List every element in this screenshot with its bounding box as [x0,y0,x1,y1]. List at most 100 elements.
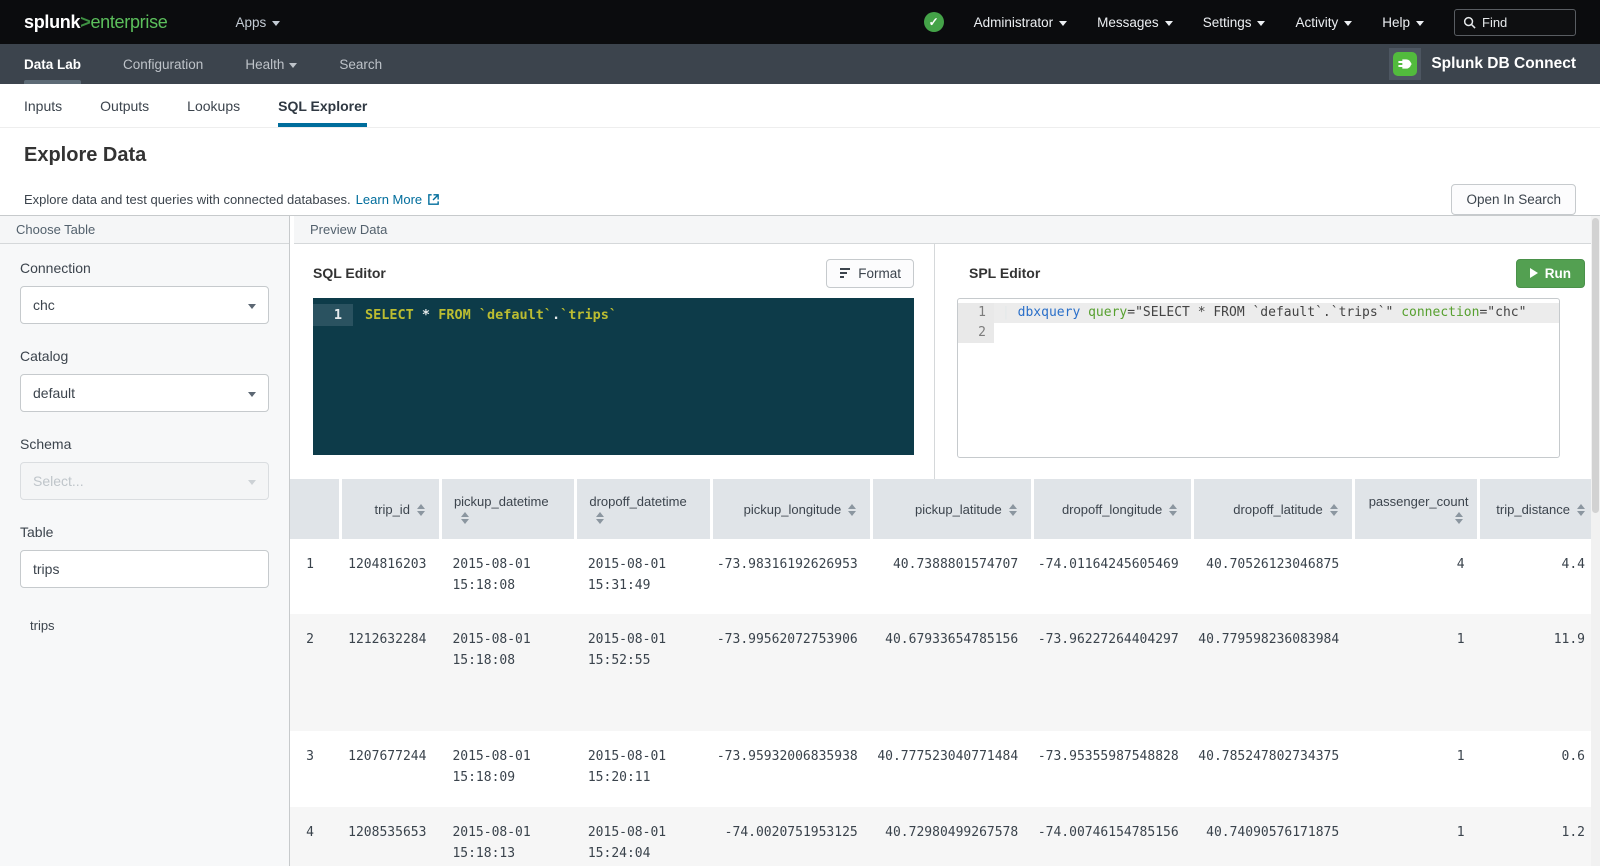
column-header-dropoff-datetime[interactable]: dropoff_datetime [576,479,711,539]
catalog-select[interactable]: default [20,374,269,412]
schema-select[interactable]: Select... [20,462,269,500]
active-tab-indicator [278,123,367,127]
cell: 1207677244 [340,731,440,807]
connection-label: Connection [20,260,269,276]
preview-data-panel: Preview Data SQL Editor Format 1SELECT [290,216,1600,866]
cell: 4.4 [1479,539,1599,614]
run-button-label: Run [1545,266,1571,281]
cell: -74.0020751953125 [711,807,871,866]
format-button[interactable]: Format [826,259,914,288]
cell: 2 [290,614,340,731]
cell: 40.785247802734375 [1193,731,1353,807]
menu-label: Help [1382,15,1410,30]
nav-item-label: Data Lab [24,57,81,72]
code-text: | dbxquery query="SELECT * FROM `default… [994,303,1559,323]
cell: 1 [1353,731,1478,807]
table-label: Table [20,524,269,540]
tab-bar: Inputs Outputs Lookups SQL Explorer [0,84,1600,128]
logo-gt: > [80,12,90,33]
vertical-scrollbar[interactable] [1591,216,1600,866]
logo-splunk: splunk [24,12,80,33]
table-row: 412085356532015-08-0115:18:132015-08-011… [290,807,1599,866]
column-label: pickup_longitude [744,502,842,517]
sort-icon [1577,504,1585,516]
column-header-pickup-datetime[interactable]: pickup_datetime [440,479,575,539]
connection-select[interactable]: chc [20,286,269,324]
cell: -73.99562072753906 [711,614,871,731]
column-header-pickup-longitude[interactable]: pickup_longitude [711,479,871,539]
menu-activity[interactable]: Activity [1295,15,1352,30]
play-icon [1530,268,1538,278]
nav-item-search[interactable]: Search [339,44,382,84]
cell: 1 [1353,807,1478,866]
cell: 11.9 [1479,614,1599,731]
column-label: trip_distance [1496,502,1570,517]
sql-code-editor[interactable]: 1SELECT * FROM `default`.`trips` [313,298,914,455]
cell: 40.72980499267578 [872,807,1032,866]
tab-sql-explorer[interactable]: SQL Explorer [278,84,367,127]
cell: 40.779598236083984 [1193,614,1353,731]
choose-table-sidebar: Choose Table Connection chc Catalog defa… [0,216,290,866]
cell: -74.01164245605469 [1032,539,1192,614]
learn-more-link[interactable]: Learn More [356,192,422,207]
chevron-down-icon [248,480,256,485]
line-number: 2 [958,323,994,343]
menu-administrator[interactable]: Administrator [974,15,1068,30]
code-line: 1| dbxquery query="SELECT * FROM `defaul… [958,303,1559,323]
nav-item-label: Health [245,57,284,72]
column-header-passenger-count[interactable]: passenger_count [1353,479,1478,539]
column-header-dropoff-latitude[interactable]: dropoff_latitude [1193,479,1353,539]
table-input[interactable]: trips [20,550,269,588]
catalog-label: Catalog [20,348,269,364]
menu-label: Administrator [974,15,1054,30]
cell: 40.777523040771484 [872,731,1032,807]
nav-item-health[interactable]: Health [245,44,297,84]
scrollbar-thumb[interactable] [1592,218,1599,513]
connection-value: chc [33,297,55,313]
logo-enterprise: enterprise [90,12,167,33]
chevron-down-icon [1344,21,1352,26]
external-link-icon [427,193,440,206]
chevron-down-icon [1416,21,1424,26]
tab-label: Lookups [187,98,240,114]
choose-table-header: Choose Table [0,216,289,244]
tab-inputs[interactable]: Inputs [24,84,62,127]
cell: -74.00746154785156 [1032,807,1192,866]
run-button[interactable]: Run [1516,259,1585,288]
apps-menu[interactable]: Apps [235,15,280,30]
tab-lookups[interactable]: Lookups [187,84,240,127]
chevron-down-icon [1257,21,1265,26]
sql-editor-pane: SQL Editor Format 1SELECT * FROM `defaul… [290,244,935,479]
catalog-value: default [33,385,75,401]
column-header-trip-distance[interactable]: trip_distance [1479,479,1599,539]
tab-outputs[interactable]: Outputs [100,84,149,127]
menu-messages[interactable]: Messages [1097,15,1173,30]
table-list-item-trips[interactable]: trips [20,612,269,639]
menu-help[interactable]: Help [1382,15,1424,30]
open-in-search-button[interactable]: Open In Search [1451,184,1576,215]
cell: 2015-08-0115:20:11 [576,731,711,807]
db-connect-app-icon[interactable] [1389,48,1421,80]
nav-item-data-lab[interactable]: Data Lab [24,44,81,84]
menu-settings[interactable]: Settings [1203,15,1266,30]
sort-icon [1330,504,1338,516]
cell: 40.7388801574707 [872,539,1032,614]
cell: 2015-08-0115:52:55 [576,614,711,731]
spl-code-editor[interactable]: 1| dbxquery query="SELECT * FROM `defaul… [957,298,1560,458]
format-button-label: Format [858,266,901,281]
code-line: 2 [958,323,1559,343]
find-search-box[interactable]: Find [1454,9,1576,36]
chevron-down-icon [289,63,297,68]
content-area: Choose Table Connection chc Catalog defa… [0,215,1600,866]
line-number: 1 [958,303,994,323]
column-label: dropoff_longitude [1062,502,1162,517]
cell: -73.95355987548828 [1032,731,1192,807]
line-number: 1 [313,304,353,326]
sort-icon [1009,504,1017,516]
column-header-pickup-latitude[interactable]: pickup_latitude [872,479,1032,539]
health-status-icon[interactable]: ✓ [924,12,944,32]
splunk-enterprise-logo[interactable]: splunk>enterprise [24,12,167,33]
column-header-trip-id[interactable]: trip_id [340,479,440,539]
nav-item-configuration[interactable]: Configuration [123,44,203,84]
column-header-dropoff-longitude[interactable]: dropoff_longitude [1032,479,1192,539]
